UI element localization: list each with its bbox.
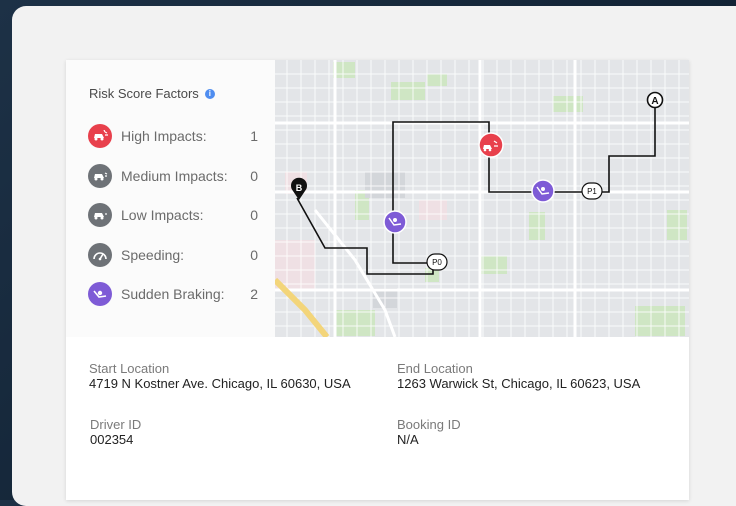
factor-row-sudden-braking: Sudden Braking: 2 (88, 281, 258, 307)
end-location-value: 1263 Warwick St, Chicago, IL 60623, USA (397, 376, 641, 391)
end-location-label: End Location (397, 361, 473, 376)
medium-impact-icon (88, 164, 112, 188)
trip-card: Risk Score Factors i High Impacts: 1 Med… (66, 60, 689, 500)
risk-factors-title-text: Risk Score Factors (89, 86, 199, 101)
booking-id: Booking ID N/A (397, 417, 461, 447)
driver-id: Driver ID 002354 (90, 417, 141, 447)
risk-factors-title: Risk Score Factors i (89, 86, 215, 101)
factor-label: Low Impacts: (121, 207, 204, 223)
factor-label: High Impacts: (121, 128, 207, 144)
start-marker: A (646, 91, 664, 109)
svg-text:B: B (296, 183, 303, 193)
factor-row-high-impacts: High Impacts: 1 (88, 123, 258, 149)
driver-id-value: 002354 (90, 432, 134, 447)
map-canvas: A B P0 P1 (275, 60, 689, 337)
factor-count: 0 (250, 168, 258, 184)
svg-text:P0: P0 (432, 258, 442, 267)
trip-details: Start Location 4719 N Kostner Ave. Chica… (66, 337, 689, 500)
svg-text:A: A (651, 96, 658, 107)
factor-count: 0 (250, 207, 258, 223)
factor-count: 1 (250, 128, 258, 144)
factor-row-medium-impacts: Medium Impacts: 0 (88, 163, 258, 189)
poi-marker-p1: P1 (581, 182, 603, 200)
info-icon[interactable]: i (204, 88, 215, 99)
sudden-braking-marker-1 (531, 179, 555, 203)
driver-id-label: Driver ID (90, 417, 142, 432)
speeding-icon (88, 243, 112, 267)
start-location: Start Location 4719 N Kostner Ave. Chica… (89, 361, 351, 391)
factor-count: 2 (250, 286, 258, 302)
high-impact-icon (88, 124, 112, 148)
low-impact-icon (88, 203, 112, 227)
start-location-label: Start Location (89, 361, 170, 376)
sudden-braking-marker-2 (383, 210, 407, 234)
start-location-value: 4719 N Kostner Ave. Chicago, IL 60630, U… (89, 376, 351, 391)
factor-row-speeding: Speeding: 0 (88, 242, 258, 268)
factor-row-low-impacts: Low Impacts: 0 (88, 202, 258, 228)
factor-count: 0 (250, 247, 258, 263)
sudden-braking-icon (88, 282, 112, 306)
factor-label: Speeding: (121, 247, 185, 263)
svg-text:P1: P1 (587, 187, 597, 196)
poi-marker-p0: P0 (426, 253, 448, 271)
factor-label: Sudden Braking: (121, 286, 225, 302)
booking-id-value: N/A (397, 432, 419, 447)
end-location: End Location 1263 Warwick St, Chicago, I… (397, 361, 640, 391)
booking-id-label: Booking ID (397, 417, 461, 432)
factor-label: Medium Impacts: (121, 168, 228, 184)
trip-map[interactable]: A B P0 P1 (275, 60, 689, 337)
high-impact-marker (478, 132, 504, 158)
risk-factors-panel: Risk Score Factors i High Impacts: 1 Med… (66, 60, 275, 337)
